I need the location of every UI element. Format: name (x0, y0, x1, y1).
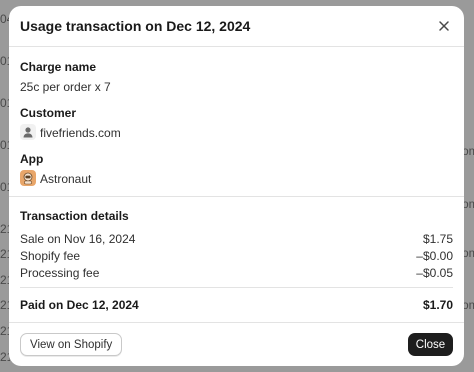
close-button[interactable]: Close (408, 333, 453, 356)
customer-label: Customer (20, 106, 77, 120)
total-label: Paid on Dec 12, 2024 (20, 298, 139, 312)
detail-row-label: Sale on Nov 16, 2024 (20, 232, 136, 246)
detail-row-amount: –$0.05 (416, 266, 453, 280)
detail-row-label: Shopify fee (20, 249, 81, 263)
modal-title: Usage transaction on Dec 12, 2024 (20, 18, 251, 34)
total-amount: $1.70 (422, 298, 453, 312)
close-icon[interactable] (436, 18, 452, 34)
detail-row-amount: –$0.00 (416, 249, 453, 263)
transaction-details-label: Transaction details (20, 209, 129, 223)
app-value: Astronaut (40, 172, 92, 186)
footer-divider (9, 322, 464, 323)
person-icon (20, 124, 36, 140)
charge-name-label: Charge name (20, 60, 97, 74)
detail-row-label: Processing fee (20, 266, 100, 280)
charge-name-value: 25c per order x 7 (20, 80, 111, 94)
total-divider (20, 287, 453, 288)
app-label: App (20, 152, 44, 166)
transaction-modal: Usage transaction on Dec 12, 2024 Charge… (9, 6, 464, 366)
modal-header: Usage transaction on Dec 12, 2024 (9, 6, 464, 47)
view-on-shopify-button[interactable]: View on Shopify (20, 333, 123, 356)
customer-value: fivefriends.com (40, 126, 121, 140)
detail-row-amount: $1.75 (422, 232, 453, 246)
astronaut-app-icon (20, 170, 36, 186)
section-divider (9, 196, 464, 197)
